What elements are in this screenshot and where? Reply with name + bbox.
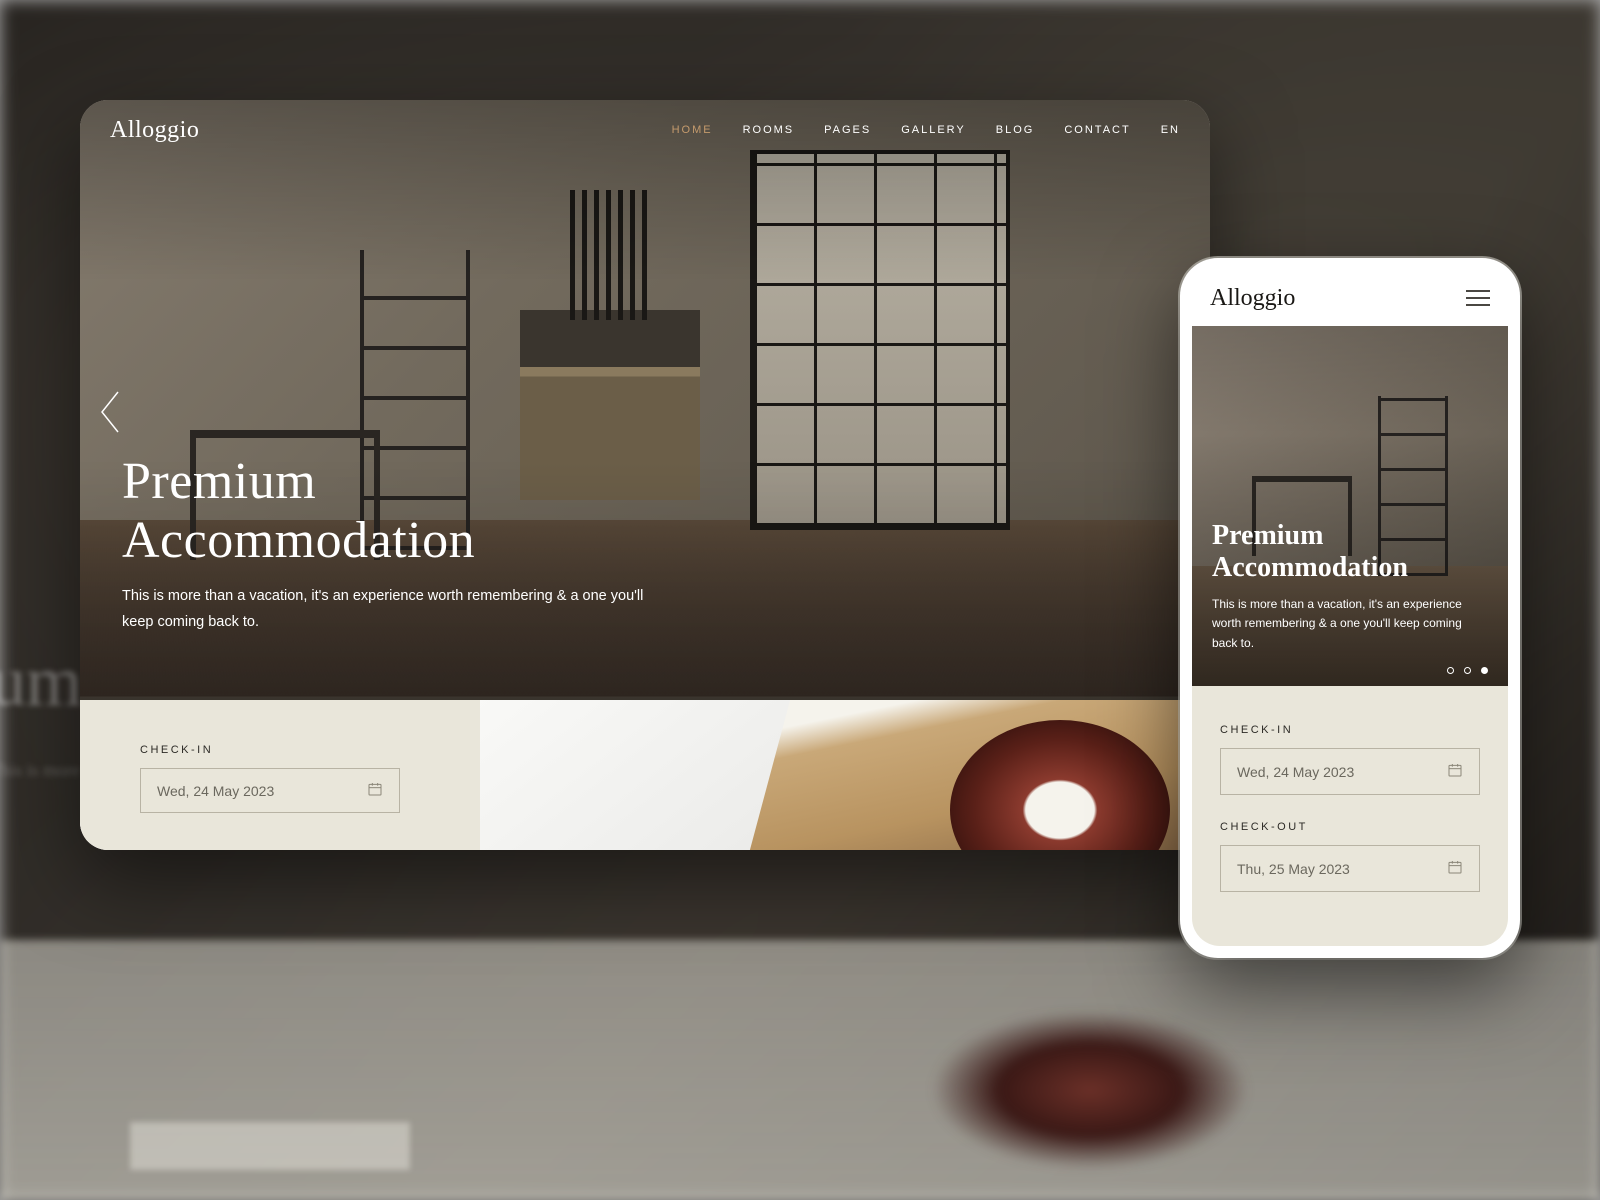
slider-pagination xyxy=(1447,667,1488,674)
desktop-device-frame: Alloggio HOME ROOMS PAGES GALLERY BLOG C… xyxy=(80,100,1210,850)
checkin-date-input[interactable]: Wed, 24 May 2023 xyxy=(140,768,400,813)
checkin-label: CHECK-IN xyxy=(140,744,420,756)
mobile-screen: Alloggio Premium Accommodation This is m… xyxy=(1192,270,1508,946)
calendar-icon xyxy=(367,781,383,800)
mobile-booking-form: CHECK-IN Wed, 24 May 2023 CHECK-OUT Thu,… xyxy=(1192,686,1508,946)
mobile-hero-section: Premium Accommodation This is more than … xyxy=(1192,326,1508,686)
hero-text-block: Premium Accommodation This is more than … xyxy=(122,452,662,635)
booking-food-bowl xyxy=(950,720,1170,850)
primary-nav: HOME ROOMS PAGES GALLERY BLOG CONTACT EN xyxy=(672,124,1180,136)
mobile-brand-logo[interactable]: Alloggio xyxy=(1210,285,1295,312)
mobile-checkout-input[interactable]: Thu, 25 May 2023 xyxy=(1220,845,1480,892)
mobile-hero-subtitle: This is more than a vacation, it's an ex… xyxy=(1212,595,1488,654)
hamburger-menu-button[interactable] xyxy=(1466,290,1490,306)
slider-dot[interactable] xyxy=(1447,667,1454,674)
slider-dot-active[interactable] xyxy=(1481,667,1488,674)
nav-home[interactable]: HOME xyxy=(672,124,713,136)
booking-form-panel: CHECK-IN Wed, 24 May 2023 xyxy=(80,700,480,850)
checkin-date-value: Wed, 24 May 2023 xyxy=(157,783,274,799)
mobile-checkout-value: Thu, 25 May 2023 xyxy=(1237,861,1350,877)
mobile-hero-text: Premium Accommodation This is more than … xyxy=(1212,520,1488,654)
nav-contact[interactable]: CONTACT xyxy=(1064,124,1130,136)
mobile-device-frame: Alloggio Premium Accommodation This is m… xyxy=(1180,258,1520,958)
hamburger-line xyxy=(1466,297,1490,299)
background-date-input xyxy=(130,1122,410,1170)
booking-bedsheet xyxy=(480,700,790,850)
mobile-checkin-input[interactable]: Wed, 24 May 2023 xyxy=(1220,748,1480,795)
nav-rooms[interactable]: ROOMS xyxy=(743,124,795,136)
mobile-header: Alloggio xyxy=(1192,270,1508,326)
mobile-hero-title: Premium Accommodation xyxy=(1212,520,1488,584)
hero-section: Alloggio HOME ROOMS PAGES GALLERY BLOG C… xyxy=(80,100,1210,700)
mobile-checkin-value: Wed, 24 May 2023 xyxy=(1237,764,1354,780)
mobile-checkin-field: CHECK-IN Wed, 24 May 2023 xyxy=(1220,724,1480,795)
top-navigation-bar: Alloggio HOME ROOMS PAGES GALLERY BLOG C… xyxy=(80,100,1210,160)
mobile-checkout-label: CHECK-OUT xyxy=(1220,821,1480,833)
booking-strip: CHECK-IN Wed, 24 May 2023 xyxy=(80,700,1210,850)
booking-image-panel xyxy=(480,700,1210,850)
chevron-left-icon xyxy=(98,390,122,434)
nav-blog[interactable]: BLOG xyxy=(996,124,1035,136)
hamburger-line xyxy=(1466,304,1490,306)
nav-pages[interactable]: PAGES xyxy=(824,124,871,136)
mobile-checkin-label: CHECK-IN xyxy=(1220,724,1480,736)
brand-logo[interactable]: Alloggio xyxy=(110,117,199,144)
slider-dot[interactable] xyxy=(1464,667,1471,674)
nav-gallery[interactable]: GALLERY xyxy=(901,124,966,136)
mobile-checkout-field: CHECK-OUT Thu, 25 May 2023 xyxy=(1220,821,1480,892)
hamburger-line xyxy=(1466,290,1490,292)
slider-prev-button[interactable] xyxy=(98,390,122,434)
nav-language[interactable]: EN xyxy=(1161,124,1180,136)
hero-title: Premium Accommodation xyxy=(122,452,662,570)
hero-subtitle: This is more than a vacation, it's an ex… xyxy=(122,584,662,635)
calendar-icon xyxy=(1447,859,1463,878)
background-food-bowl xyxy=(930,1010,1250,1170)
calendar-icon xyxy=(1447,762,1463,781)
background-hero-title-fragment: um xyxy=(0,640,82,723)
